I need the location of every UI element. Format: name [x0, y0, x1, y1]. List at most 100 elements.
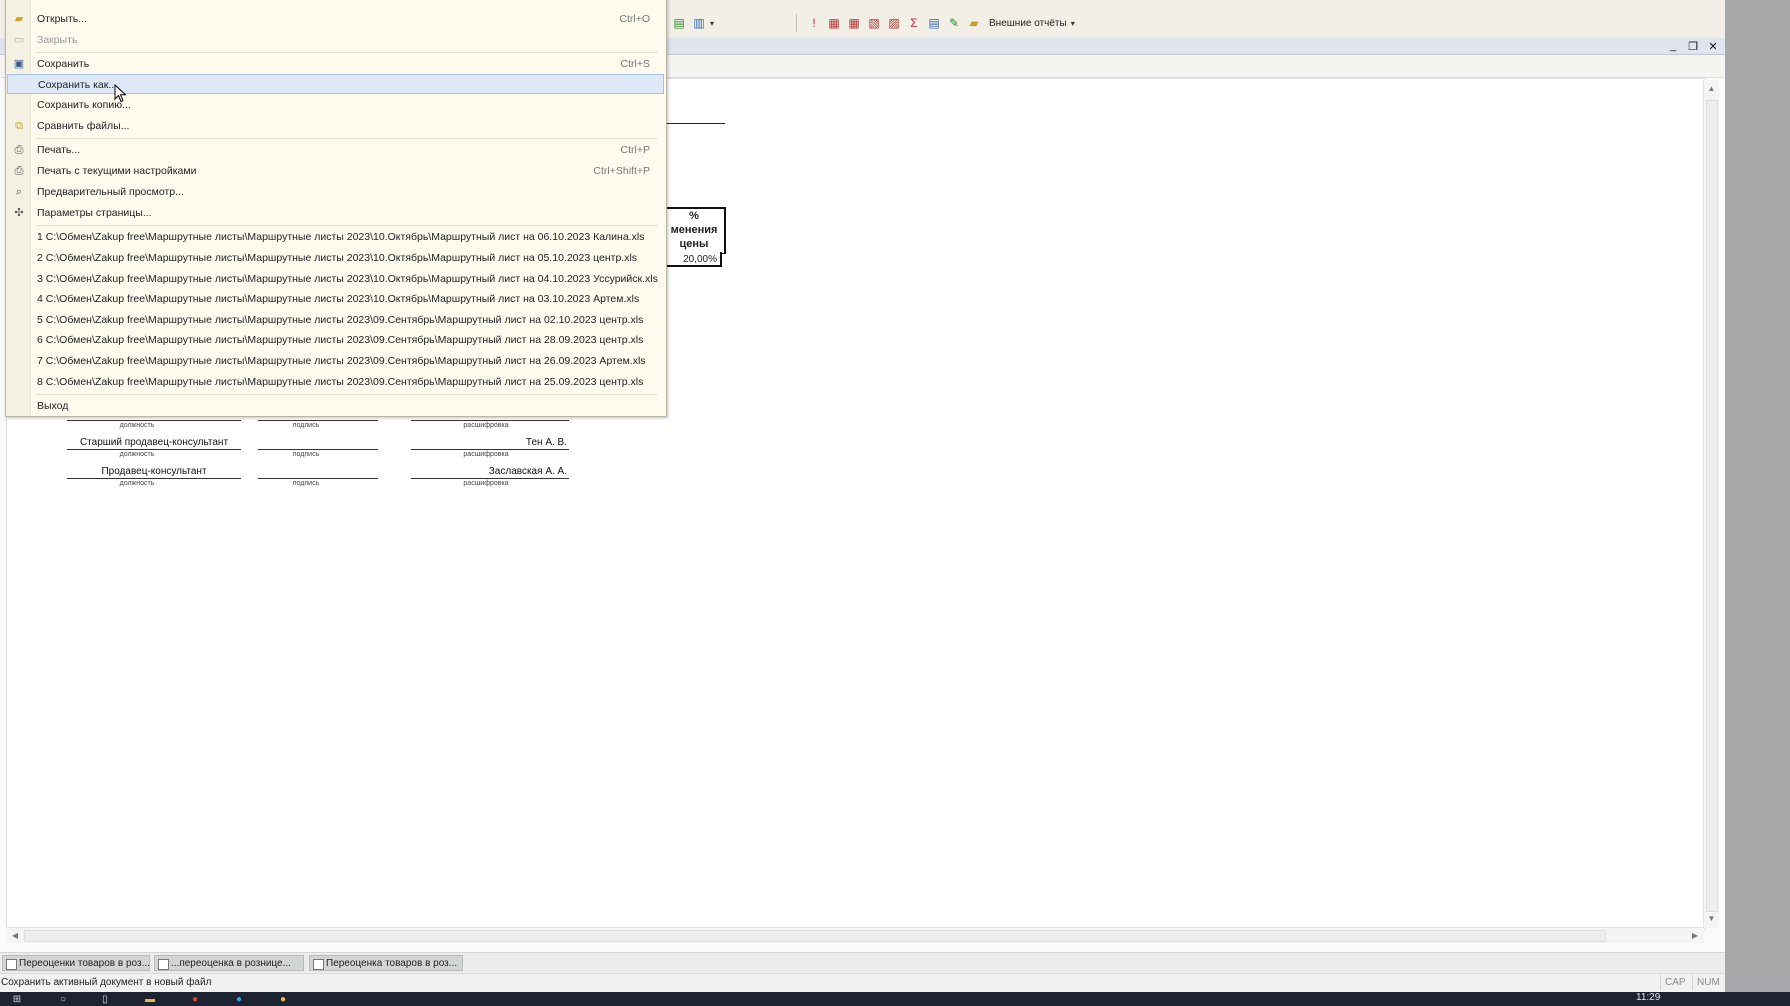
document-icon: [158, 959, 169, 970]
menu-item-shortcut: Ctrl+P: [620, 144, 650, 156]
menu-item-save-copy[interactable]: Сохранить копию...: [7, 95, 664, 115]
reports-folder-icon[interactable]: ▰: [965, 14, 983, 32]
task-view-icon[interactable]: ▯: [98, 994, 112, 1006]
vertical-scrollbar[interactable]: ▲ ▼: [1703, 80, 1719, 928]
close-doc-icon: ▭: [13, 34, 25, 46]
recent-file-label: 1 С:\Обмен\Zakup free\Маршрутные листы\М…: [37, 231, 645, 243]
folder-open-icon: ▰: [14, 13, 24, 25]
scroll-down-icon[interactable]: ▼: [1704, 912, 1719, 926]
menu-separator: [36, 225, 658, 226]
window-controls: _ ❐ ✕: [1667, 38, 1719, 54]
menu-separator: [36, 394, 658, 395]
compare-icon: ⧉: [15, 120, 23, 132]
chart-icon[interactable]: ▥: [690, 14, 708, 32]
document-tab[interactable]: Переоценки товаров в роз...: [2, 955, 150, 971]
print-icon: ⎙: [14, 144, 24, 156]
caps-lock-indicator: CAP: [1660, 975, 1690, 990]
signer-position: Старший продавец-консультант: [79, 437, 229, 448]
report-icon[interactable]: ▦: [825, 14, 843, 32]
scroll-thumb[interactable]: [24, 930, 1606, 942]
horizontal-scrollbar[interactable]: ◀ ▶: [6, 927, 1704, 943]
menu-item-print-current[interactable]: ⎙ Печать с текущими настройками Ctrl+Shi…: [7, 161, 664, 181]
price-change-header-cell[interactable]: % менения цены: [662, 207, 726, 254]
windows-taskbar: ⊞ ○ ▯ ▬ ● ● ● 11:29: [0, 992, 1790, 1006]
signer-name: Заславская А. А.: [488, 466, 567, 477]
scroll-left-icon[interactable]: ◀: [8, 928, 22, 943]
signature-underline: [258, 420, 378, 421]
sign-caption: подпись: [292, 480, 320, 487]
recent-file-item[interactable]: 1 С:\Обмен\Zakup free\Маршрутные листы\М…: [7, 227, 664, 247]
restore-icon[interactable]: ❐: [1687, 40, 1699, 53]
table-top-border: [665, 123, 725, 124]
clock[interactable]: 11:29: [1636, 992, 1660, 1004]
document-tab[interactable]: Переоценка товаров в роз...: [309, 955, 463, 971]
menu-item-shortcut: Ctrl+S: [620, 58, 650, 70]
recent-file-label: 7 С:\Обмен\Zakup free\Маршрутные листы\М…: [37, 355, 646, 367]
menu-item-shortcut: Ctrl+Shift+P: [593, 165, 650, 177]
recent-file-item[interactable]: 7 С:\Обмен\Zakup free\Маршрутные листы\М…: [7, 351, 664, 371]
recent-file-label: 4 С:\Обмен\Zakup free\Маршрутные листы\М…: [37, 293, 640, 305]
menu-item-label: Сохранить как...: [38, 79, 118, 91]
name-caption: расшифровка: [463, 422, 509, 429]
file-explorer-icon[interactable]: ▬: [143, 994, 157, 1006]
menu-item-print[interactable]: ⎙ Печать... Ctrl+P: [7, 140, 664, 160]
menu-item-preview[interactable]: ⌕ Предварительный просмотр...: [7, 182, 664, 202]
recent-file-label: 3 С:\Обмен\Zakup free\Маршрутные листы\М…: [37, 273, 658, 285]
external-reports-button[interactable]: Внешние отчёты ▾: [989, 18, 1075, 29]
menu-item-label: Параметры страницы...: [37, 207, 152, 219]
scroll-right-icon[interactable]: ▶: [1688, 928, 1702, 943]
save-icon: ▣: [13, 58, 25, 70]
menu-item-open[interactable]: ▰ Открыть... Ctrl+O: [7, 9, 664, 29]
menu-separator: [36, 52, 658, 53]
recent-file-item[interactable]: 3 С:\Обмен\Zakup free\Маршрутные листы\М…: [7, 269, 664, 289]
windows-start-icon[interactable]: ⊞: [10, 994, 24, 1006]
toolbar-buttons: ▤ ▥ ▾ ! ▦ ▦ ▧ ▨ Σ ▤ ✎ ▰ Внешние отчёты ▾: [670, 13, 1075, 33]
report-icon[interactable]: ▦: [845, 14, 863, 32]
menu-item-label: Печать...: [37, 144, 81, 156]
signature-underline: [258, 478, 378, 479]
app-icon[interactable]: ●: [276, 994, 290, 1006]
menu-item-label: Выход: [37, 400, 69, 412]
menu-item-compare-files[interactable]: ⧉ Сравнить файлы...: [7, 116, 664, 136]
report-icon[interactable]: !: [805, 14, 823, 32]
report-icon[interactable]: ▨: [885, 14, 903, 32]
recent-file-item[interactable]: 5 С:\Обмен\Zakup free\Маршрутные листы\М…: [7, 310, 664, 330]
status-text: Сохранить активный документ в новый файл: [1, 977, 212, 988]
chevron-down-icon[interactable]: ▾: [710, 19, 714, 28]
position-caption: должность: [119, 422, 155, 429]
document-icon: [313, 959, 324, 970]
menu-separator: [36, 138, 658, 139]
scroll-thumb[interactable]: [1706, 100, 1718, 912]
excel-icon[interactable]: ▤: [670, 14, 688, 32]
document-tab-label: Переоценка товаров в роз...: [326, 958, 458, 969]
recent-file-label: 2 С:\Обмен\Zakup free\Маршрутные листы\М…: [37, 252, 638, 264]
scroll-up-icon[interactable]: ▲: [1704, 82, 1719, 96]
close-icon[interactable]: ✕: [1707, 40, 1719, 53]
browser-icon[interactable]: ●: [232, 994, 246, 1006]
toolbar-separator: [796, 14, 798, 32]
minimize-icon[interactable]: _: [1667, 40, 1679, 52]
report-icon[interactable]: Σ: [905, 14, 923, 32]
report-icon[interactable]: ▧: [865, 14, 883, 32]
menu-item-save-as[interactable]: Сохранить как...: [7, 74, 664, 94]
menu-item-save[interactable]: ▣ Сохранить Ctrl+S: [7, 54, 664, 74]
signature-underline: [411, 478, 569, 479]
recent-file-item[interactable]: 8 С:\Обмен\Zakup free\Маршрутные листы\М…: [7, 372, 664, 392]
menu-item-label: Закрыть: [37, 34, 78, 46]
recent-file-item[interactable]: 4 С:\Обмен\Zakup free\Маршрутные листы\М…: [7, 289, 664, 309]
price-change-value-cell[interactable]: 20,00%: [662, 252, 722, 267]
recent-file-item[interactable]: 2 С:\Обмен\Zakup free\Маршрутные листы\М…: [7, 248, 664, 268]
document-tab[interactable]: ...переоценка в рознице...: [154, 955, 304, 971]
document-tabs-bar: Переоценки товаров в роз... ...переоценк…: [0, 952, 1725, 973]
mouse-cursor-icon: [114, 84, 127, 103]
table-icon[interactable]: ▤: [925, 14, 943, 32]
header-line: цены: [679, 238, 709, 250]
menu-item-close[interactable]: ▭ Закрыть: [7, 30, 664, 50]
edit-icon[interactable]: ✎: [945, 14, 963, 32]
desktop-background: [1725, 0, 1790, 1006]
menu-item-page-setup[interactable]: ✣ Параметры страницы...: [7, 203, 664, 223]
search-icon[interactable]: ○: [56, 994, 70, 1006]
browser-icon[interactable]: ●: [188, 994, 202, 1006]
menu-item-exit[interactable]: Выход: [7, 396, 664, 416]
recent-file-item[interactable]: 6 С:\Обмен\Zakup free\Маршрутные листы\М…: [7, 330, 664, 350]
